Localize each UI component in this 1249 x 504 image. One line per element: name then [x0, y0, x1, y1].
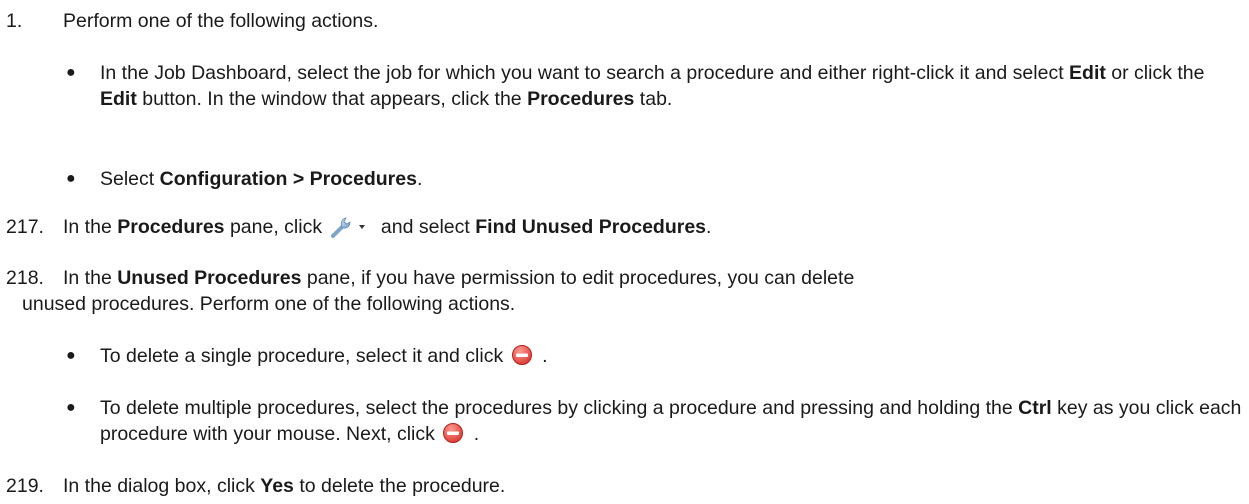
text-run: To delete multiple procedures, select th… [100, 397, 1019, 419]
bold-term-configuration-procedures: Configuration > Procedures [159, 168, 417, 190]
text-run: to delete the procedure. [293, 475, 506, 497]
bullet-dot: ● [66, 347, 76, 364]
bold-term-procedures: Procedures [117, 216, 225, 238]
bullet-text: Select Configuration > Procedures. [100, 166, 1242, 192]
bullet-text: To delete multiple procedures, select th… [100, 395, 1242, 447]
text-run: and select [375, 216, 476, 238]
text-run: pane, click [224, 216, 328, 238]
text-run: To delete a single procedure, select it … [100, 345, 509, 367]
bullet-dot: ● [66, 170, 76, 187]
bold-term-edit: Edit [1069, 62, 1106, 84]
delete-minus-icon [511, 344, 533, 366]
bold-term-unused-procedures: Unused Procedures [117, 267, 302, 289]
bullet-text: In the Job Dashboard, select the job for… [100, 60, 1242, 112]
text-run: button. In the window that appears, clic… [136, 88, 528, 110]
bold-term-edit-button: Edit [100, 88, 137, 110]
step-text: Perform one of the following actions. [63, 10, 379, 32]
text-run: In the [63, 216, 118, 238]
text-run: In the [63, 267, 118, 289]
bullet-dot: ● [66, 64, 76, 81]
step-number: 217. [6, 216, 44, 238]
step-number: 218. [6, 267, 44, 289]
bullet-text: To delete a single procedure, select it … [100, 343, 1242, 369]
bold-term-ctrl: Ctrl [1018, 397, 1052, 419]
text-run: . [542, 345, 548, 367]
step-text: In the Unused Procedures pane, if you ha… [63, 265, 854, 291]
text-run: In the Job Dashboard, select the job for… [100, 62, 1070, 84]
delete-minus-icon [442, 422, 464, 444]
step-text: In the dialog box, click Yes to delete t… [63, 473, 505, 499]
bold-term-find-unused-procedures: Find Unused Procedures [475, 216, 707, 238]
text-run: . [416, 168, 423, 190]
text-run: In the dialog box, click [63, 475, 261, 497]
bullet-dot: ● [66, 399, 76, 416]
text-run: . [706, 216, 712, 238]
step-number: 1. [6, 10, 23, 32]
step-number: 219. [6, 475, 44, 497]
step-text-continued: unused procedures. Perform one of the fo… [22, 293, 516, 315]
wrench-dropdown-icon [330, 216, 370, 240]
bold-term-yes: Yes [260, 475, 294, 497]
text-run: or click the [1105, 62, 1205, 84]
text-run: pane, if you have permission to edit pro… [301, 267, 855, 289]
bold-term-procedures-tab: Procedures [527, 88, 635, 110]
text-run: . [473, 423, 480, 445]
text-run: Select [100, 168, 160, 190]
step-text: In the Procedures pane, click and select… [63, 214, 711, 240]
text-run: tab. [634, 88, 673, 110]
